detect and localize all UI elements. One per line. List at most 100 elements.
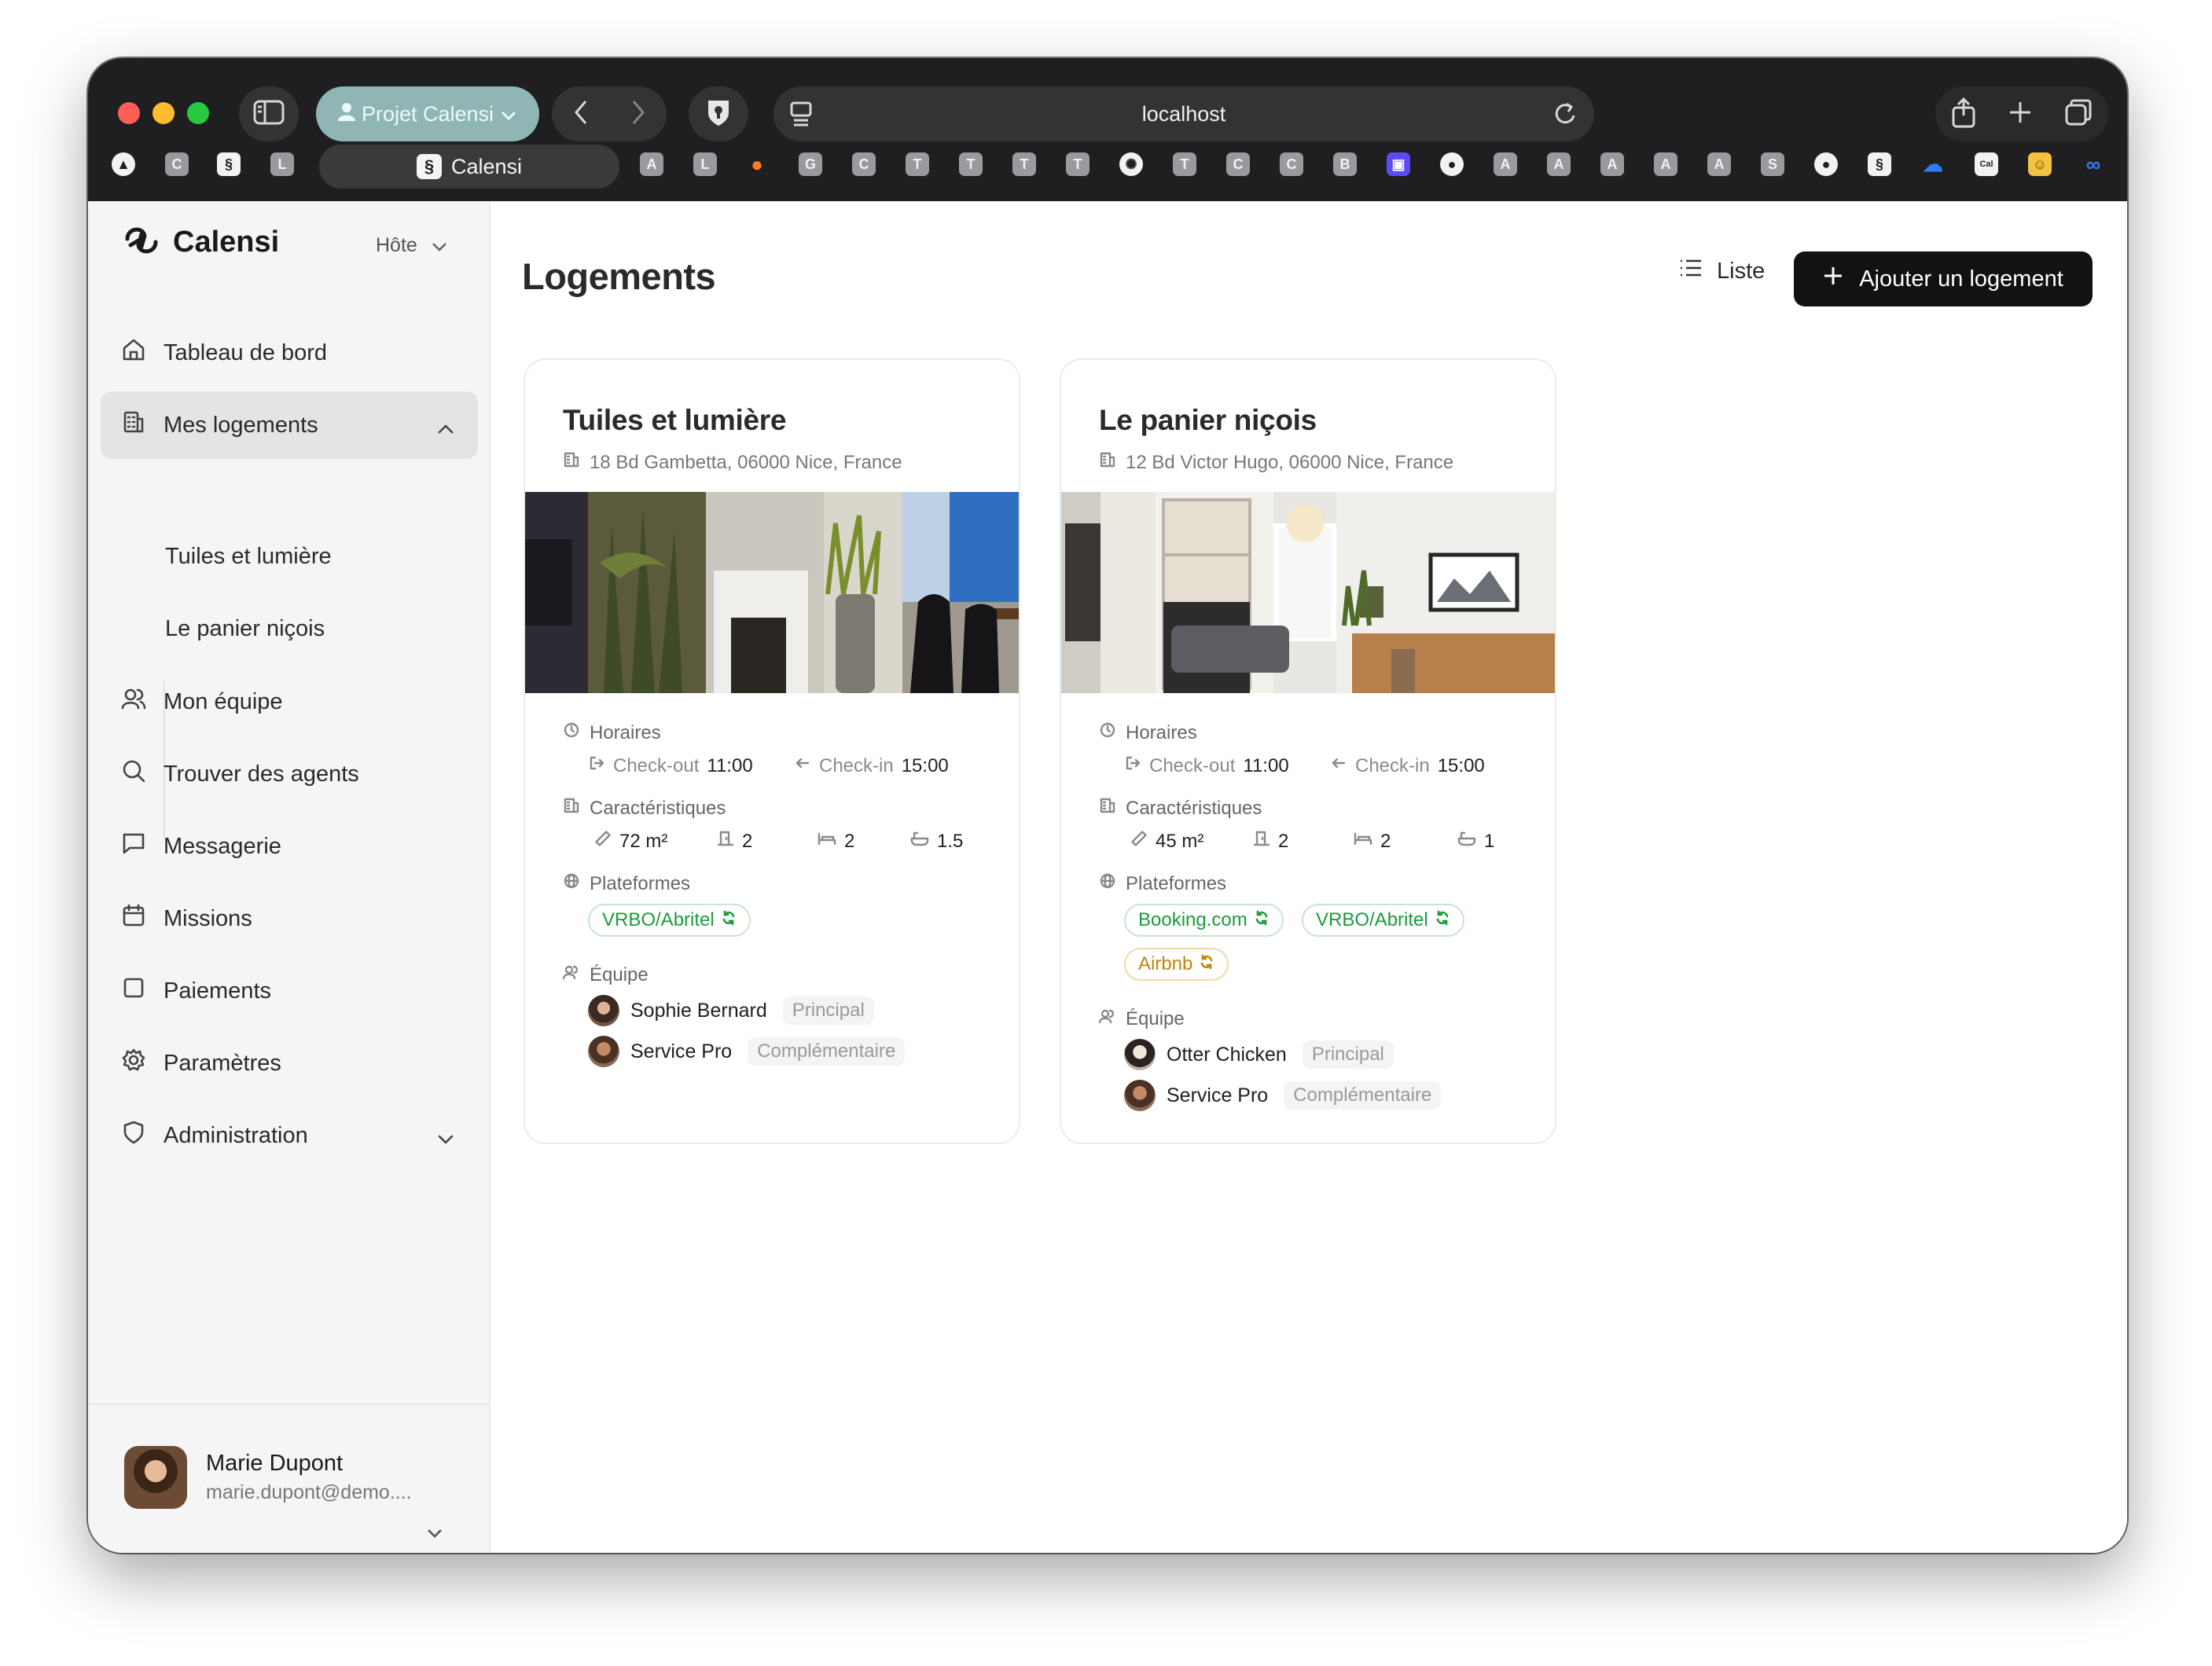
brand[interactable]: Calensi bbox=[123, 223, 279, 262]
reload-icon[interactable] bbox=[1553, 101, 1578, 133]
building-icon bbox=[121, 409, 146, 441]
profile-switcher[interactable]: Projet Calensi bbox=[316, 86, 539, 141]
share-icon[interactable] bbox=[1951, 97, 1976, 132]
sidebar-subitem-property-1[interactable]: Tuiles et lumière bbox=[165, 544, 332, 570]
back-button[interactable] bbox=[572, 99, 590, 130]
team-member[interactable]: Otter Chicken Principal bbox=[1124, 1039, 1394, 1070]
person-icon bbox=[337, 102, 355, 127]
tab-icon[interactable]: T bbox=[959, 152, 983, 176]
tab-icon[interactable]: T bbox=[1173, 152, 1196, 176]
tab-icon[interactable]: § bbox=[217, 152, 241, 176]
clock-icon bbox=[563, 721, 580, 744]
user-name: Marie Dupont bbox=[206, 1451, 344, 1476]
password-manager-button[interactable] bbox=[689, 86, 748, 141]
cloud-icon[interactable]: ☁ bbox=[1921, 152, 1945, 176]
role-label: Hôte bbox=[376, 234, 417, 256]
close-window-button[interactable] bbox=[118, 102, 140, 124]
hugging-face-icon[interactable]: ☺ bbox=[2028, 152, 2052, 176]
forward-button[interactable] bbox=[630, 99, 647, 130]
tab-icon[interactable]: A bbox=[640, 152, 663, 176]
sync-icon bbox=[1435, 909, 1450, 931]
property-card[interactable]: Le panier niçois 12 Bd Victor Hugo, 0600… bbox=[1060, 358, 1556, 1144]
view-toggle-button[interactable]: Liste bbox=[1679, 258, 1765, 284]
sidebar-item-missions[interactable]: Missions bbox=[101, 885, 478, 952]
app-icon[interactable]: ▣ bbox=[1387, 152, 1410, 176]
tab-icon[interactable]: C bbox=[165, 152, 189, 176]
checkin-time: Check-in 15:00 bbox=[1330, 754, 1485, 777]
platforms-section-label: Plateformes bbox=[1099, 872, 1226, 895]
tab-icon[interactable]: A bbox=[1547, 152, 1571, 176]
baths-stat: 1 bbox=[1457, 830, 1494, 853]
tab-icon[interactable]: L bbox=[270, 152, 294, 176]
chevron-down-icon[interactable] bbox=[426, 1528, 443, 1543]
minimize-window-button[interactable] bbox=[152, 102, 175, 124]
sidebar-item-settings[interactable]: Paramètres bbox=[101, 1029, 478, 1097]
team-section-label: Équipe bbox=[562, 963, 649, 986]
bath-icon bbox=[1457, 830, 1476, 853]
address-bar[interactable]: localhost bbox=[773, 86, 1594, 141]
property-photo bbox=[525, 492, 1019, 693]
sidebar-subitem-property-2[interactable]: Le panier niçois bbox=[165, 616, 325, 642]
meta-icon[interactable]: ∞ bbox=[2082, 152, 2105, 176]
sidebar-item-dashboard[interactable]: Tableau de bord bbox=[101, 319, 478, 387]
browser-window: Projet Calensi localhost ▲ C § L § Calen… bbox=[88, 58, 2127, 1553]
add-property-button[interactable]: Ajouter un logement bbox=[1794, 251, 2093, 306]
platform-badge[interactable]: Airbnb bbox=[1124, 948, 1229, 981]
tab-icon[interactable]: A bbox=[1494, 152, 1517, 176]
sync-icon bbox=[1254, 909, 1270, 931]
sidebar-item-messaging[interactable]: Messagerie bbox=[101, 813, 478, 880]
sidebar-item-find-agents[interactable]: Trouver des agents bbox=[101, 740, 478, 808]
sidebar-item-team[interactable]: Mon équipe bbox=[101, 668, 478, 736]
github-icon[interactable]: ● bbox=[1440, 152, 1464, 176]
platform-badge[interactable]: Booking.com bbox=[1124, 904, 1284, 937]
chat-icon[interactable]: ● bbox=[1814, 152, 1838, 176]
sidebar-item-properties[interactable]: Mes logements bbox=[101, 391, 478, 459]
team-member[interactable]: Service Pro Complémentaire bbox=[1124, 1080, 1442, 1111]
openai-icon[interactable]: ✺ bbox=[1119, 152, 1143, 176]
tab-icon[interactable]: A bbox=[1707, 152, 1731, 176]
tab-icon[interactable]: G bbox=[799, 152, 822, 176]
tab-icon[interactable]: T bbox=[906, 152, 929, 176]
tab-icon[interactable]: A bbox=[1654, 152, 1677, 176]
tab-icon[interactable]: C bbox=[1280, 152, 1303, 176]
tab-icon[interactable]: A bbox=[1600, 152, 1624, 176]
tab-icon[interactable]: L bbox=[693, 152, 717, 176]
calensi-tab-icon[interactable]: § bbox=[1868, 152, 1891, 176]
active-tab[interactable]: § Calensi bbox=[319, 145, 619, 189]
maximize-window-button[interactable] bbox=[187, 102, 209, 124]
list-icon bbox=[1679, 258, 1703, 284]
sidebar-item-administration[interactable]: Administration bbox=[101, 1102, 478, 1169]
cal-icon[interactable]: Cal bbox=[1975, 152, 1998, 176]
user-menu[interactable]: Marie Dupont marie.dupont@demo.... bbox=[124, 1446, 412, 1509]
property-card[interactable]: Tuiles et lumière 18 Bd Gambetta, 06000 … bbox=[524, 358, 1020, 1144]
tab-icon[interactable]: T bbox=[1066, 152, 1089, 176]
team-member[interactable]: Service Pro Complémentaire bbox=[588, 1036, 906, 1067]
tab-icon[interactable]: C bbox=[852, 152, 876, 176]
flame-icon[interactable]: ● bbox=[745, 152, 769, 176]
platform-badge[interactable]: VRBO/Abritel bbox=[1302, 904, 1464, 937]
tab-icon[interactable]: B bbox=[1333, 152, 1357, 176]
sidebar-item-payments[interactable]: Paiements bbox=[101, 957, 478, 1025]
tab-icon[interactable]: C bbox=[1226, 152, 1250, 176]
sidebar-toggle-button[interactable] bbox=[239, 86, 299, 141]
plus-icon[interactable] bbox=[2008, 100, 2033, 129]
message-icon bbox=[121, 831, 146, 862]
reader-icon[interactable] bbox=[789, 101, 813, 133]
tab-icon[interactable]: ▲ bbox=[112, 152, 135, 176]
page-title: Logements bbox=[522, 255, 716, 297]
features-section-label: Caractéristiques bbox=[563, 797, 726, 820]
team-member[interactable]: Sophie Bernard Principal bbox=[588, 995, 874, 1026]
globe-icon bbox=[1099, 872, 1116, 895]
tab-icon[interactable]: S bbox=[1761, 152, 1784, 176]
tab-icon[interactable]: T bbox=[1012, 152, 1036, 176]
users-icon bbox=[562, 963, 580, 986]
role-switcher[interactable]: Hôte bbox=[376, 234, 447, 257]
arrow-left-icon bbox=[1330, 754, 1347, 777]
ruler-icon bbox=[1130, 830, 1148, 853]
member-name: Sophie Bernard bbox=[630, 999, 767, 1022]
platform-badge[interactable]: VRBO/Abritel bbox=[588, 904, 751, 937]
browser-toolbar: Projet Calensi localhost bbox=[88, 72, 2127, 141]
clock-icon bbox=[1099, 721, 1116, 744]
tabs-icon[interactable] bbox=[2064, 98, 2093, 130]
sidebar-item-label: Missions bbox=[164, 905, 252, 931]
